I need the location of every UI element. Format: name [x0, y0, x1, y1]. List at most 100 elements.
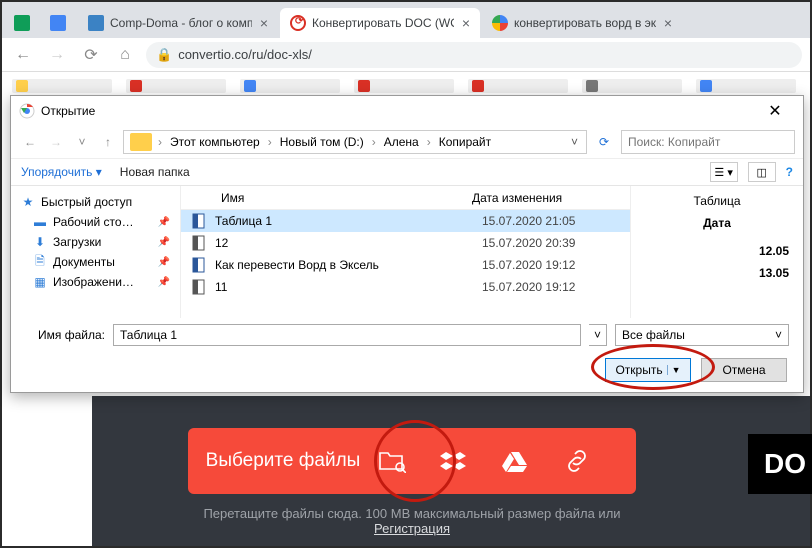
cancel-button[interactable]: Отмена: [701, 358, 787, 382]
nav-back[interactable]: ←: [19, 135, 41, 149]
chrome-icon: [19, 103, 35, 119]
close-button[interactable]: ✕: [755, 101, 795, 121]
pin-icon: 📌: [158, 217, 170, 228]
help-button[interactable]: ?: [786, 165, 793, 179]
dialog-toolbar: Упорядочить ▾ Новая папка ☰ ▾ ◫ ?: [11, 158, 803, 186]
dropbox-icon[interactable]: [440, 450, 502, 472]
file-row[interactable]: Таблица 115.07.2020 21:05: [181, 210, 630, 232]
tab-convertio[interactable]: ⟳Конвертировать DOC (WORD) в×: [280, 8, 480, 38]
address-bar: ← → ⟳ ⌂ 🔒 convertio.co/ru/doc-xls/: [2, 38, 810, 72]
back-button[interactable]: ←: [10, 42, 36, 68]
open-button[interactable]: Открыть ▼: [605, 358, 691, 382]
preview-row: 12.05: [645, 240, 789, 262]
file-name: 12: [215, 236, 482, 250]
lock-icon: 🔒: [156, 47, 172, 63]
preview-pane: Таблица Дата 12.05 13.05: [631, 186, 803, 318]
file-row[interactable]: 1115.07.2020 19:12: [181, 276, 630, 298]
file-date: 15.07.2020 19:12: [482, 280, 630, 294]
bookmark-item[interactable]: [12, 79, 112, 93]
file-icon: [191, 278, 209, 296]
omnibox[interactable]: 🔒 convertio.co/ru/doc-xls/: [146, 42, 802, 68]
file-list: Имя Дата изменения Таблица 115.07.2020 2…: [181, 186, 631, 318]
tab-label: Конвертировать DOC (WORD) в: [312, 16, 454, 30]
preview-pane-button[interactable]: ◫: [748, 162, 776, 182]
bookmark-item[interactable]: [240, 79, 340, 93]
breadcrumb-seg[interactable]: Этот компьютер: [164, 135, 266, 149]
column-date[interactable]: Дата изменения: [472, 191, 630, 205]
drop-hint: Перетащите файлы сюда. 100 MB максимальн…: [182, 506, 642, 536]
doc-icon: 🗎: [33, 255, 47, 269]
tab-label: конвертировать ворд в эксель: [514, 16, 656, 30]
filename-label: Имя файла:: [25, 328, 105, 342]
preview-label: Дата: [645, 216, 789, 230]
select-files-label: Выберите файлы: [188, 450, 378, 472]
bookmark-item[interactable]: [696, 79, 796, 93]
nav-forward[interactable]: →: [45, 135, 67, 149]
bookmark-item[interactable]: [354, 79, 454, 93]
breadcrumb-seg[interactable]: Алена: [378, 135, 425, 149]
tab-sheets[interactable]: [6, 8, 38, 38]
googledrive-icon[interactable]: [502, 450, 564, 472]
column-name[interactable]: Имя: [181, 191, 472, 205]
file-name: Как перевести Ворд в Эксель: [215, 258, 482, 272]
file-row[interactable]: 1215.07.2020 20:39: [181, 232, 630, 254]
file-filter[interactable]: Все файлы˅: [615, 324, 789, 346]
breadcrumb[interactable]: › Этот компьютер› Новый том (D:)› Алена›…: [123, 130, 587, 154]
file-open-dialog: Открытие ✕ ← → ˅ ↑ › Этот компьютер› Нов…: [10, 95, 804, 393]
tab-docs[interactable]: [42, 8, 74, 38]
file-icon: [191, 212, 209, 230]
preview-row: 13.05: [645, 262, 789, 284]
download-icon: ⬇: [33, 235, 47, 249]
breadcrumb-dropdown[interactable]: ˅: [565, 135, 584, 149]
file-date: 15.07.2020 21:05: [482, 214, 630, 228]
filename-input[interactable]: [113, 324, 581, 346]
file-row[interactable]: Как перевести Ворд в Эксель15.07.2020 19…: [181, 254, 630, 276]
file-icon: [191, 234, 209, 252]
file-date: 15.07.2020 20:39: [482, 236, 630, 250]
pin-icon: 📌: [158, 237, 170, 248]
forward-button[interactable]: →: [44, 42, 70, 68]
drop-hint-text: Перетащите файлы сюда. 100 MB максимальн…: [203, 506, 620, 521]
new-folder-button[interactable]: Новая папка: [120, 165, 190, 179]
url-icon[interactable]: [564, 450, 626, 472]
search-input[interactable]: [621, 130, 795, 154]
file-name: Таблица 1: [215, 214, 482, 228]
dialog-footer: Имя файла: ˅ Все файлы˅ Открыть ▼ Отмена: [11, 318, 803, 388]
bookmark-item[interactable]: [126, 79, 226, 93]
nav-up[interactable]: ↑: [97, 135, 119, 149]
sidebar-item-documents[interactable]: 🗎Документы📌: [15, 252, 176, 272]
organize-button[interactable]: Упорядочить ▾: [21, 165, 102, 179]
breadcrumb-seg[interactable]: Копирайт: [433, 135, 497, 149]
nav-chevron[interactable]: ˅: [71, 135, 93, 149]
sidebar-quick-access[interactable]: ★Быстрый доступ: [15, 192, 176, 212]
file-name: 11: [215, 280, 482, 294]
breadcrumb-seg[interactable]: Новый том (D:): [274, 135, 370, 149]
dialog-title: Открытие: [41, 104, 95, 118]
register-link[interactable]: Регистрация: [374, 521, 450, 536]
dialog-titlebar: Открытие ✕: [11, 96, 803, 126]
picture-icon: ▦: [33, 275, 47, 289]
sidebar-item-desktop[interactable]: ▬Рабочий сто…📌: [15, 212, 176, 232]
bookmark-item[interactable]: [582, 79, 682, 93]
filename-dropdown[interactable]: ˅: [589, 324, 607, 346]
url-text: convertio.co/ru/doc-xls/: [178, 47, 312, 62]
refresh-button[interactable]: ⟳: [591, 135, 617, 149]
view-mode-button[interactable]: ☰ ▾: [710, 162, 738, 182]
preview-filename: Таблица: [645, 194, 789, 208]
tab-google[interactable]: конвертировать ворд в эксель ×: [482, 8, 682, 38]
file-date: 15.07.2020 19:12: [482, 258, 630, 272]
sidebar-item-pictures[interactable]: ▦Изображени…📌: [15, 272, 176, 292]
browser-tab-strip: Comp-Doma - блог о компьюте× ⟳Конвертиро…: [2, 2, 810, 38]
dialog-body: ★Быстрый доступ ▬Рабочий сто…📌 ⬇Загрузки…: [11, 186, 803, 318]
home-button[interactable]: ⌂: [112, 42, 138, 68]
tab-label: Comp-Doma - блог о компьюте: [110, 16, 252, 30]
dialog-nav: ← → ˅ ↑ › Этот компьютер› Новый том (D:)…: [11, 126, 803, 158]
dialog-sidebar: ★Быстрый доступ ▬Рабочий сто…📌 ⬇Загрузки…: [11, 186, 181, 318]
sidebar-item-downloads[interactable]: ⬇Загрузки📌: [15, 232, 176, 252]
star-icon: ★: [21, 195, 35, 209]
tab-compdoma[interactable]: Comp-Doma - блог о компьюте×: [78, 8, 278, 38]
reload-button[interactable]: ⟳: [78, 42, 104, 68]
select-files-button[interactable]: Выберите файлы: [188, 428, 636, 494]
bookmark-item[interactable]: [468, 79, 568, 93]
browse-icon[interactable]: [378, 449, 440, 473]
